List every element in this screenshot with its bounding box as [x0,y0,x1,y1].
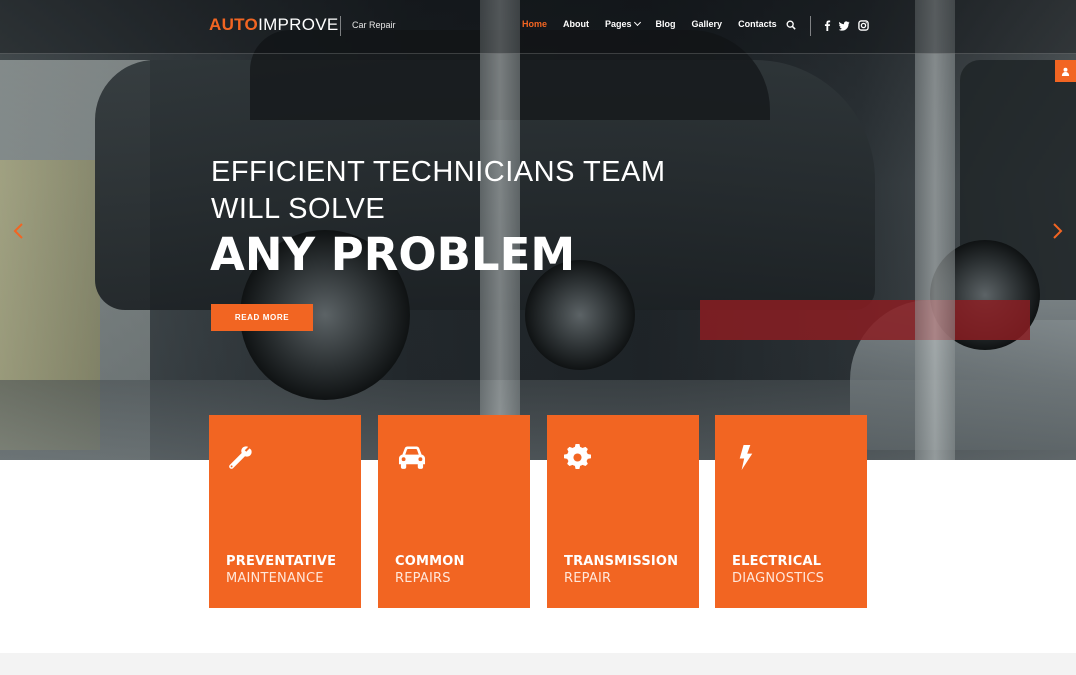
logo-rest: IMPROVE [258,15,339,34]
service-title-light: REPAIRS [395,571,451,586]
slider-prev-arrow[interactable] [12,222,26,240]
hero-heading-strong: ANY PROBLEM [210,228,576,281]
service-title-strong: ELECTRICAL [732,554,822,569]
chevron-right-icon [1053,223,1063,239]
nav-item-home[interactable]: Home [522,19,547,29]
service-title-strong: PREVENTATIVE [226,554,337,569]
nav-item-pages[interactable]: Pages [605,18,641,29]
service-card-common[interactable]: COMMON REPAIRS [378,415,530,608]
car-icon [395,444,429,471]
instagram-icon[interactable] [858,20,869,31]
search-icon[interactable] [786,20,796,30]
site-logo[interactable]: AUTOIMPROVE [209,15,339,35]
chevron-left-icon [13,223,23,239]
top-navbar: AUTOIMPROVE Car Repair Home About Pages … [0,0,1076,54]
next-section-strip [0,653,1076,675]
nav-item-pages-label: Pages [605,19,632,29]
service-title-strong: COMMON [395,554,465,569]
service-card-electrical[interactable]: ELECTRICAL DIAGNOSTICS [715,415,867,608]
site-tagline: Car Repair [352,20,396,30]
nav-item-gallery[interactable]: Gallery [692,19,723,29]
service-title-light: MAINTENANCE [226,571,324,586]
chevron-down-icon [633,18,641,27]
gear-icon [564,444,591,471]
nav-item-contacts[interactable]: Contacts [738,19,777,29]
wrench-icon [226,444,253,471]
service-card-transmission[interactable]: TRANSMISSION REPAIR [547,415,699,608]
hero-heading-line1: EFFICIENT TECHNICIANS TEAM [211,156,666,188]
service-title-light: REPAIR [564,571,612,586]
twitter-icon[interactable] [839,20,850,31]
logo-divider [340,16,341,36]
read-more-button[interactable]: READ MORE [211,304,313,331]
logo-accent: AUTO [209,15,259,34]
nav-item-blog[interactable]: Blog [656,19,676,29]
nav-divider [810,16,811,36]
service-card-preventative[interactable]: PREVENTATIVE MAINTENANCE [209,415,361,608]
nav-item-about[interactable]: About [563,19,589,29]
slider-next-arrow[interactable] [1050,222,1064,240]
service-title-light: DIAGNOSTICS [732,571,825,586]
side-login-tab[interactable] [1055,60,1076,82]
main-menu: Home About Pages Blog Gallery Contacts [522,18,793,29]
facebook-icon[interactable] [822,20,833,31]
lightning-icon [732,444,759,471]
user-icon [1061,67,1070,76]
hero-slider: EFFICIENT TECHNICIANS TEAM WILL SOLVE AN… [0,0,1076,460]
service-title-strong: TRANSMISSION [564,554,679,569]
hero-heading-line2: WILL SOLVE [211,193,386,225]
